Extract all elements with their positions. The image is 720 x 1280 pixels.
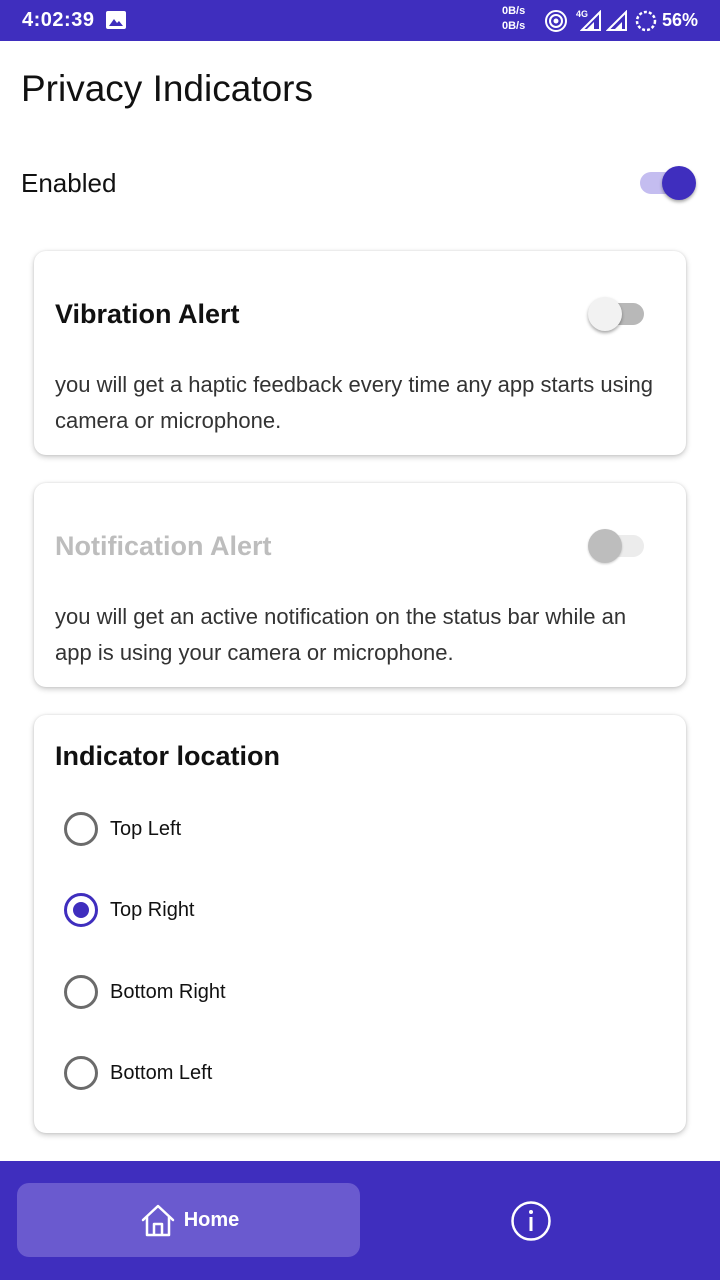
signal-icon (606, 10, 627, 31)
radio-option-top-left[interactable]: Top Left (64, 809, 181, 849)
radio-label: Bottom Left (110, 1061, 213, 1084)
notification-alert-card: Notification Alert you will get an activ… (34, 483, 686, 687)
page-title: Privacy Indicators (21, 68, 313, 109)
notification-alert-switch[interactable] (588, 525, 648, 565)
enabled-switch[interactable] (636, 162, 696, 202)
network-speed: 0B/s 0B/s (502, 4, 525, 34)
notification-alert-title: Notification Alert (55, 531, 272, 561)
radio-button-selected[interactable] (64, 893, 98, 927)
hotspot-icon (545, 10, 567, 32)
status-bar: 4:02:39 0B/s 0B/s 4G 56% (0, 0, 720, 41)
radio-label: Bottom Right (110, 980, 226, 1003)
switch-thumb (588, 529, 622, 563)
enabled-label: Enabled (21, 168, 117, 198)
status-time: 4:02:39 (22, 9, 95, 31)
vibration-alert-card: Vibration Alert you will get a haptic fe… (34, 251, 686, 455)
net-up: 0B/s (502, 5, 526, 17)
switch-thumb (588, 297, 622, 331)
indicator-location-card: Indicator location Top Left Top Right Bo… (34, 715, 686, 1133)
radio-button[interactable] (64, 812, 98, 846)
radio-button[interactable] (64, 1056, 98, 1090)
nav-home-label: Home (183, 1208, 240, 1231)
image-icon (106, 11, 126, 29)
notification-alert-description: you will get an active notification on t… (55, 604, 627, 665)
vibration-alert-title: Vibration Alert (55, 299, 240, 329)
vibration-alert-switch[interactable] (588, 293, 648, 333)
radio-option-bottom-left[interactable]: Bottom Left (64, 1053, 212, 1093)
indicator-location-title: Indicator location (55, 741, 281, 771)
radio-button[interactable] (64, 975, 98, 1009)
radio-option-top-right[interactable]: Top Right (64, 890, 195, 930)
battery-icon (635, 10, 657, 32)
info-icon[interactable] (510, 1200, 552, 1242)
home-icon (141, 1204, 174, 1237)
radio-label: Top Left (110, 817, 182, 840)
signal-icon (580, 10, 601, 31)
vibration-alert-description: you will get a haptic feedback every tim… (55, 372, 653, 433)
battery-percent: 56% (662, 10, 699, 30)
radio-label: Top Right (110, 898, 195, 921)
switch-thumb (662, 166, 696, 200)
nav-home-tab[interactable]: Home (17, 1183, 360, 1257)
radio-option-bottom-right[interactable]: Bottom Right (64, 972, 226, 1012)
bottom-navigation: Home (0, 1161, 720, 1280)
net-down: 0B/s (502, 20, 526, 32)
